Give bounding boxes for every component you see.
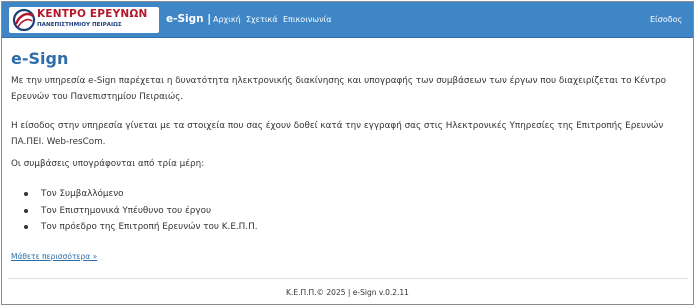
bullet-icon xyxy=(24,208,28,213)
list-item: Τον Επιστημονικά Υπέυθυνο του έργου xyxy=(24,203,258,220)
parties-intro: Οι συμβάσεις υπογράφονται από τρία μέρη: xyxy=(11,159,205,169)
logo-subtitle: ΠΑΝΕΠΙΣΤΗΜΙΟΥ ΠΕΙΡΑΙΩΣ xyxy=(37,22,122,28)
nav-login-link[interactable]: Είσοδος xyxy=(650,15,682,24)
bullet-icon xyxy=(24,192,28,196)
logo-emblem-icon xyxy=(12,8,36,32)
login-info-paragraph: Η είσοδος στην υπηρεσία γίνεται με τα στ… xyxy=(11,119,687,150)
nav-contact-link[interactable]: Επικοινωνία xyxy=(283,15,332,24)
list-item-label: Τον Επιστημονικά Υπέυθυνο του έργου xyxy=(41,205,212,216)
bullet-icon xyxy=(24,225,28,229)
list-item-label: Τον Συμβαλλόμενο xyxy=(41,189,124,199)
nav-home-link[interactable]: Αρχική xyxy=(213,15,241,24)
intro-paragraph: Με την υπηρεσία e-Sign παρέχεται η δυνατ… xyxy=(11,76,666,102)
list-item: Τον πρόεδρο της Επιτροπή Ερευνών του Κ.Ε… xyxy=(24,219,258,236)
browser-frame: ΚΕΝΤΡΟ ΕΡΕΥΝΩΝ ΠΑΝΕΠΙΣΤΗΜΙΟΥ ΠΕΙΡΑΙΩΣ e-… xyxy=(1,1,694,305)
footer-divider xyxy=(8,278,688,279)
research-center-logo[interactable]: ΚΕΝΤΡΟ ΕΡΕΥΝΩΝ ΠΑΝΕΠΙΣΤΗΜΙΟΥ ΠΕΙΡΑΙΩΣ xyxy=(9,7,159,33)
nav-about-link[interactable]: Σχετικά xyxy=(246,15,278,24)
top-navbar: ΚΕΝΤΡΟ ΕΡΕΥΝΩΝ ΠΑΝΕΠΙΣΤΗΜΙΟΥ ΠΕΙΡΑΙΩΣ e-… xyxy=(2,2,693,38)
footer-text: Κ.Ε.Π.Π.© 2025 | e-Sign v.0.2.11 xyxy=(286,288,409,297)
app-brand[interactable]: e-Sign | xyxy=(166,13,211,25)
login-info-text: Η είσοδος στην υπηρεσία γίνεται με τα στ… xyxy=(11,121,664,147)
parties-list: Τον Συμβαλλόμενο Τον Επιστημονικά Υπέυθυ… xyxy=(24,186,258,236)
list-item-label: Τον πρόεδρο της Επιτροπή Ερευνών του Κ.Ε… xyxy=(41,222,258,232)
web-rescom-text: Web-resCom. xyxy=(46,136,106,147)
learn-more-link[interactable]: Μάθετε περισσότερα » xyxy=(11,252,97,261)
logo-title: ΚΕΝΤΡΟ ΕΡΕΥΝΩΝ xyxy=(37,8,148,20)
page-title: e-Sign xyxy=(11,49,69,68)
list-item: Τον Συμβαλλόμενο xyxy=(24,186,258,203)
